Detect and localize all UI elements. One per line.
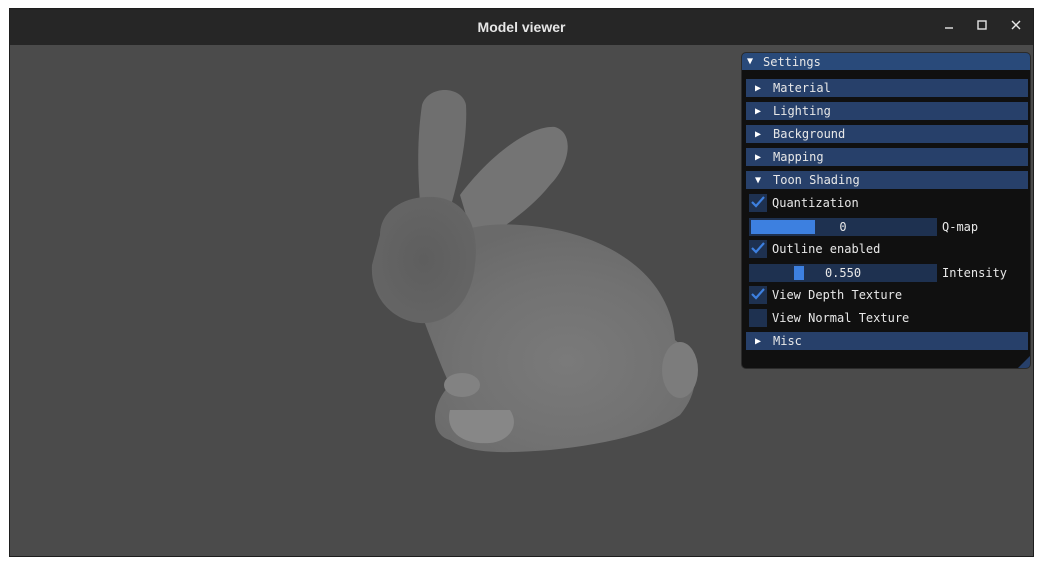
- section-label: Mapping: [773, 150, 824, 164]
- section-toon-shading[interactable]: ▼ Toon Shading: [746, 171, 1028, 189]
- close-icon: [1010, 19, 1022, 35]
- section-label: Lighting: [773, 104, 831, 118]
- maximize-icon: [976, 19, 988, 35]
- section-lighting[interactable]: ▶ Lighting: [746, 102, 1028, 120]
- quantization-label: Quantization: [772, 196, 859, 210]
- expand-right-icon: ▶: [755, 335, 762, 347]
- title-bar[interactable]: Model viewer: [10, 9, 1033, 45]
- section-label: Material: [773, 81, 831, 95]
- qmap-label: Q-map: [942, 220, 979, 234]
- settings-title: Settings: [763, 54, 821, 69]
- intensity-slider[interactable]: 0.550: [749, 264, 937, 282]
- view-depth-checkbox[interactable]: [749, 286, 767, 304]
- window-title: Model viewer: [477, 19, 566, 35]
- section-background[interactable]: ▶ Background: [746, 125, 1028, 143]
- outline-label: Outline enabled: [772, 242, 881, 256]
- expand-right-icon: ▶: [755, 128, 762, 140]
- settings-title-bar[interactable]: ▼ Settings: [742, 53, 1030, 70]
- outline-row: Outline enabled: [749, 239, 880, 259]
- qmap-value: 0: [839, 220, 847, 234]
- expand-right-icon: ▶: [755, 151, 762, 163]
- resize-grip-icon[interactable]: [1018, 356, 1030, 368]
- section-material[interactable]: ▶ Material: [746, 79, 1028, 97]
- app-window: Model viewer ▼ Settings ▶ Material ▶ Lig…: [9, 8, 1034, 557]
- view-depth-label: View Depth Texture: [772, 288, 903, 302]
- maximize-button[interactable]: [971, 16, 993, 38]
- expand-right-icon: ▶: [755, 105, 762, 117]
- section-label: Misc: [773, 334, 802, 348]
- expand-right-icon: ▶: [755, 82, 762, 94]
- collapse-down-icon: ▼: [747, 56, 754, 67]
- collapse-down-icon: ▼: [755, 174, 762, 186]
- section-label: Toon Shading: [773, 173, 860, 187]
- view-normal-checkbox[interactable]: [749, 309, 767, 327]
- section-misc[interactable]: ▶ Misc: [746, 332, 1028, 350]
- bunny-model: [371, 90, 698, 453]
- settings-panel[interactable]: ▼ Settings ▶ Material ▶ Lighting ▶ Backg…: [741, 52, 1031, 369]
- close-button[interactable]: [1005, 16, 1027, 38]
- qmap-slider[interactable]: 0: [749, 218, 937, 236]
- quantization-checkbox[interactable]: [749, 194, 767, 212]
- quantization-row: Quantization: [749, 193, 859, 213]
- view-normal-row: View Normal Texture: [749, 308, 909, 328]
- view-depth-row: View Depth Texture: [749, 285, 902, 305]
- minimize-button[interactable]: [938, 16, 960, 38]
- intensity-label: Intensity: [942, 266, 1008, 280]
- checkmark-icon: [751, 195, 765, 211]
- minimize-icon: [943, 19, 955, 35]
- checkmark-icon: [751, 241, 765, 257]
- checkmark-icon: [751, 287, 765, 303]
- section-mapping[interactable]: ▶ Mapping: [746, 148, 1028, 166]
- outline-checkbox[interactable]: [749, 240, 767, 258]
- intensity-value: 0.550: [824, 266, 862, 280]
- view-normal-label: View Normal Texture: [772, 311, 910, 325]
- section-label: Background: [773, 127, 846, 141]
